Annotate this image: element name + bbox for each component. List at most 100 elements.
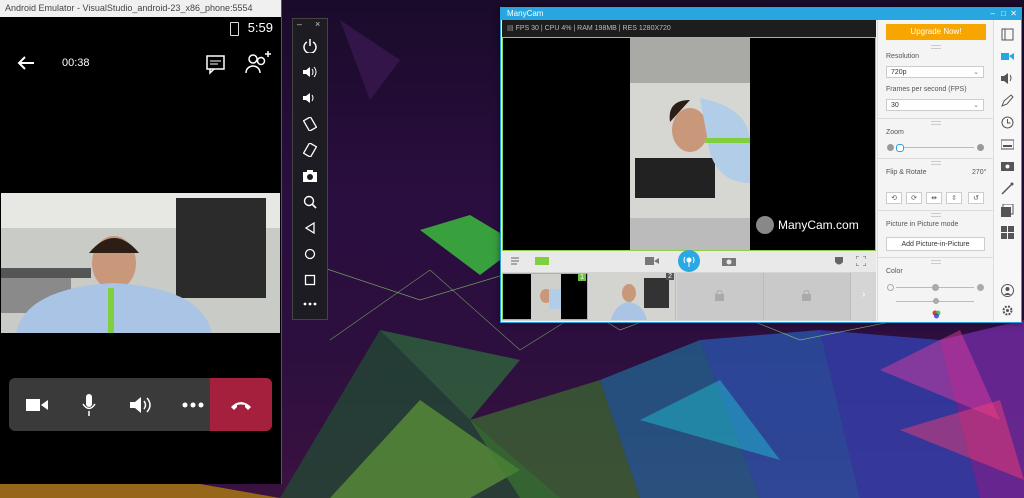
fps-select[interactable]: 30 ⌄ (886, 99, 984, 111)
main-preview: ManyCam.com (502, 37, 876, 251)
media-library-icon[interactable] (1001, 204, 1014, 217)
rotate-ccw-icon[interactable]: ⟲ (886, 192, 902, 204)
call-timer: 00:38 (62, 57, 90, 69)
color-wheel-icon (932, 310, 941, 319)
maximize-button[interactable]: □ (1001, 8, 1006, 20)
stats-bar: ▤ FPS 30 | CPU 4% | RAM 198MB | RES 1280… (502, 20, 876, 37)
video-sources-strip: 1 2 › (502, 272, 876, 321)
panel-grip (931, 260, 941, 264)
source-thumb-2[interactable]: 2 (589, 273, 676, 320)
speaker-icon[interactable] (116, 378, 166, 431)
divider (878, 118, 994, 119)
presets-icon[interactable] (1001, 28, 1014, 41)
rotate-cw-icon[interactable]: ⟳ (906, 192, 922, 204)
divider (878, 257, 994, 258)
rotate-left-icon[interactable] (301, 115, 319, 133)
flip-horizontal-icon[interactable]: ⇹ (926, 192, 942, 204)
volume-up-icon[interactable] (301, 63, 319, 81)
settings-gear-icon[interactable] (1001, 304, 1014, 317)
panel-grip (931, 45, 941, 49)
manycam-window: ManyCam – □ ✕ ▤ FPS 30 | CPU 4% | RAM 19… (500, 7, 1022, 323)
fps-label: Frames per second (FPS) (886, 86, 967, 93)
resolution-value: 720p (891, 69, 907, 76)
contrast-slider-handle[interactable] (933, 298, 939, 304)
emulator-title: Android Emulator - VisualStudio_android-… (5, 3, 253, 13)
brightness-high-icon (977, 284, 984, 291)
emulator-toolbar: – × (292, 18, 328, 320)
rotated-webcam-feed (630, 38, 750, 250)
preview-toolbar (502, 250, 876, 272)
divider (878, 158, 994, 159)
rotate-right-icon[interactable] (301, 141, 319, 159)
source-thumb-1[interactable]: 1 (502, 273, 588, 320)
chroma-key-icon[interactable] (1001, 160, 1014, 173)
mask-icon[interactable] (834, 256, 844, 266)
flip-vertical-icon[interactable]: ⇳ (946, 192, 962, 204)
android-emulator-window: Android Emulator - VisualStudio_android-… (0, 0, 282, 484)
call-app-bar: 00:38 (0, 39, 281, 89)
video-camera-icon[interactable] (1001, 50, 1014, 63)
zoom-slider[interactable] (896, 147, 974, 148)
chat-icon[interactable] (205, 53, 227, 75)
microphone-icon[interactable] (64, 378, 114, 431)
nav-back-icon[interactable] (301, 219, 319, 237)
lock-icon (715, 290, 724, 301)
back-arrow-icon[interactable] (14, 51, 38, 75)
more-icon[interactable] (301, 295, 319, 313)
panel-grip (931, 161, 941, 165)
zoom-slider-handle[interactable] (896, 144, 904, 152)
add-participants-icon[interactable] (245, 51, 271, 75)
layers-icon[interactable] (535, 256, 549, 266)
account-icon[interactable] (1001, 284, 1014, 297)
toolbar-close-button[interactable]: × (315, 19, 320, 29)
panel-grip (931, 121, 941, 125)
screenshot-icon[interactable] (301, 167, 319, 185)
grid-icon[interactable] (1001, 226, 1014, 239)
upgrade-button[interactable]: Upgrade Now! (886, 24, 986, 40)
status-clock: 5:59 (247, 20, 273, 35)
color-label: Color (886, 268, 903, 275)
fullscreen-icon[interactable] (855, 255, 867, 267)
playlist-icon[interactable] (511, 256, 523, 266)
brightness-slider-handle[interactable] (932, 284, 939, 291)
close-button[interactable]: ✕ (1010, 8, 1017, 20)
volume-down-icon[interactable] (301, 89, 319, 107)
nav-overview-icon[interactable] (301, 271, 319, 289)
zoom-in-icon[interactable] (977, 144, 984, 151)
manycam-title: ManyCam (507, 9, 544, 18)
broadcast-button[interactable] (678, 250, 700, 272)
draw-icon[interactable] (1001, 94, 1014, 107)
snapshot-icon[interactable] (722, 256, 736, 266)
minimize-button[interactable]: – (991, 8, 995, 20)
video-record-icon[interactable] (645, 256, 659, 266)
thumbs-next-arrow[interactable]: › (862, 289, 865, 300)
resolution-select[interactable]: 720p ⌄ (886, 66, 984, 78)
clock-icon[interactable] (1001, 116, 1014, 129)
effects-wand-icon[interactable] (1001, 182, 1014, 195)
chevron-down-icon: ⌄ (973, 102, 979, 109)
divider (878, 210, 994, 211)
reset-rotation-icon[interactable]: ↺ (968, 192, 984, 204)
remote-video-feed (1, 193, 280, 333)
power-icon[interactable] (301, 37, 319, 55)
end-call-button[interactable] (210, 378, 272, 431)
stats-text: FPS 30 | CPU 4% | RAM 198MB | RES 1280X7… (515, 25, 671, 32)
manycam-sidebar (993, 20, 1021, 321)
panel-grip (931, 213, 941, 217)
fps-value: 30 (891, 102, 899, 109)
flip-rotate-label: Flip & Rotate (886, 169, 927, 176)
add-pip-button[interactable]: Add Picture-in-Picture (886, 237, 985, 251)
battery-icon (230, 22, 239, 36)
end-call-icon (231, 401, 251, 410)
toolbar-minimize-button[interactable]: – (297, 19, 302, 29)
nav-home-icon[interactable] (301, 245, 319, 263)
camera-icon[interactable] (12, 378, 62, 431)
source-thumb-locked-3[interactable] (677, 273, 764, 320)
audio-icon[interactable] (1001, 72, 1014, 85)
zoom-out-icon[interactable] (887, 144, 894, 151)
zoom-icon[interactable] (301, 193, 319, 211)
lower-thirds-icon[interactable] (1001, 138, 1014, 151)
chevron-down-icon: ⌄ (973, 69, 979, 76)
pip-label: Picture in Picture mode (886, 221, 959, 228)
source-thumb-locked-4[interactable] (764, 273, 851, 320)
